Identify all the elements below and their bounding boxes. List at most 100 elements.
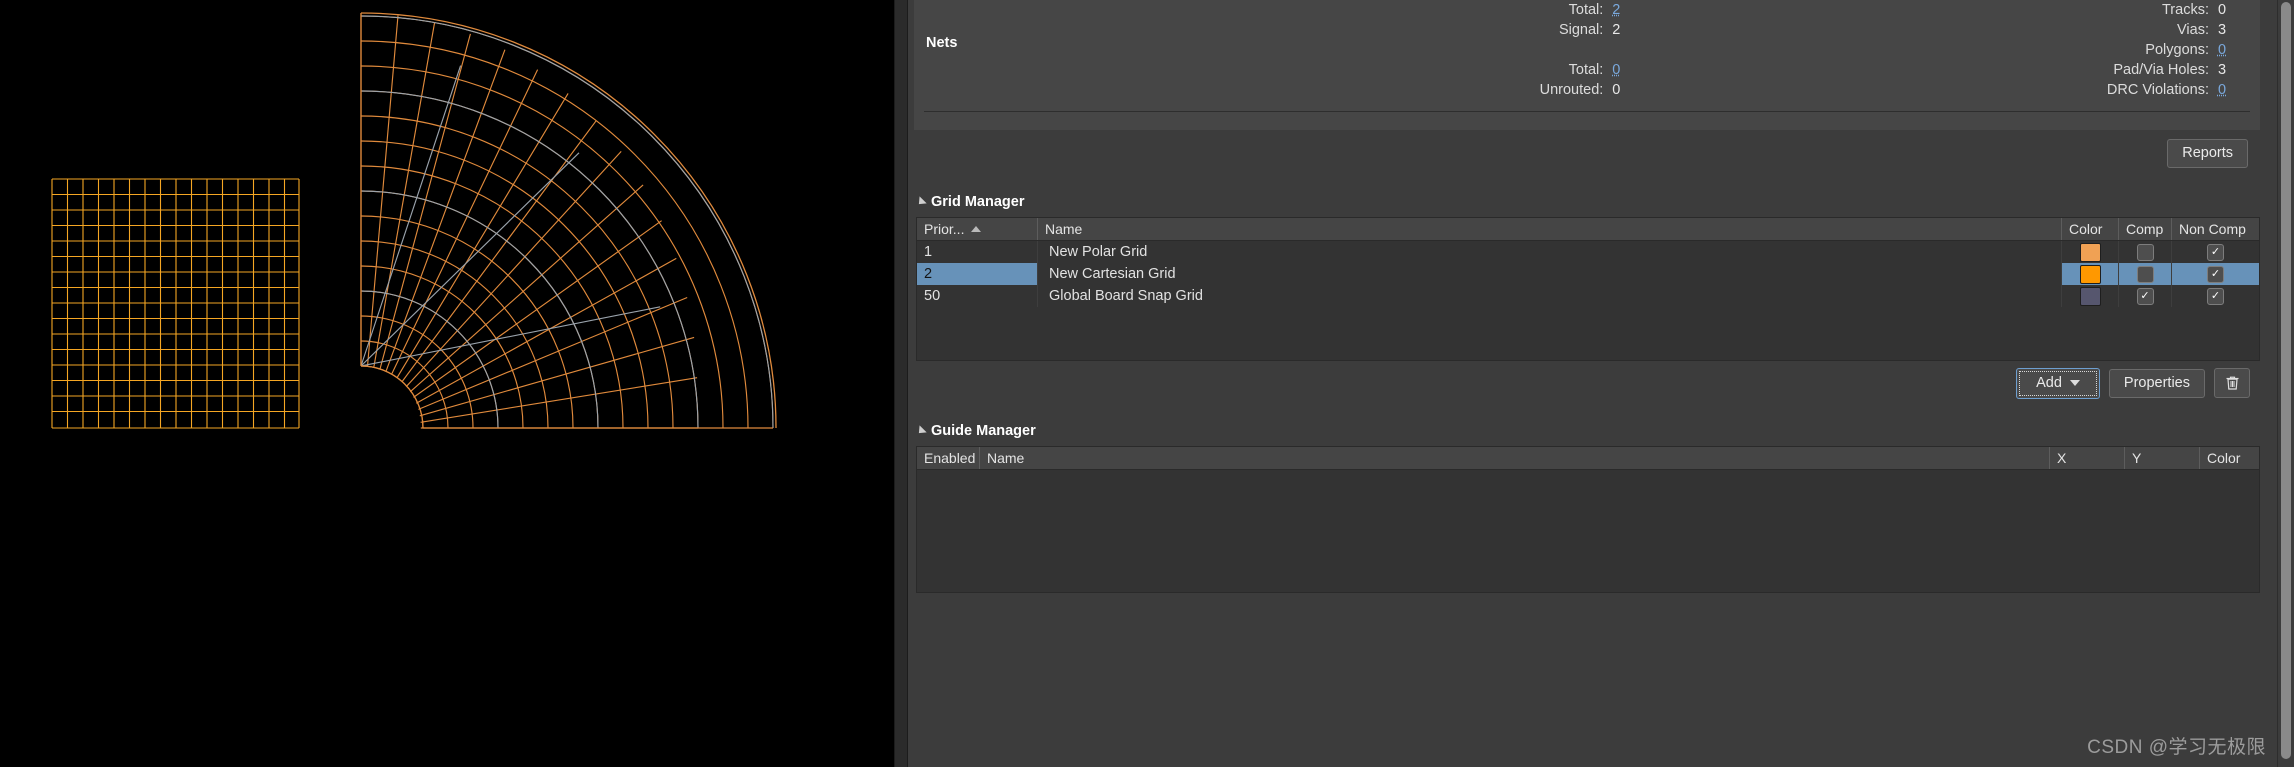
grid-column-header-priority[interactable]: Prior...	[917, 218, 1037, 240]
guide-manager-header[interactable]: Guide Manager	[908, 419, 2294, 443]
stat-value: 3	[2218, 20, 2260, 40]
color-swatch[interactable]	[2080, 287, 2101, 306]
stat-label: Total:	[914, 0, 1612, 20]
stat-value[interactable]: 0	[2218, 80, 2260, 100]
guide-manager-title: Guide Manager	[931, 423, 1036, 439]
guide-table-empty-area	[917, 470, 2259, 592]
stat-row: Vias: 3	[1654, 20, 2260, 40]
chevron-down-icon	[2070, 380, 2080, 386]
comp-checkbox[interactable]: ✓	[2137, 244, 2154, 261]
grid-table-empty-area	[917, 307, 2259, 360]
grid-manager-table: Prior... Name Color Comp Non Comp	[916, 217, 2260, 361]
grid-row-comp[interactable]: ✓	[2118, 241, 2171, 263]
stat-value: 0	[2218, 0, 2260, 20]
collapse-triangle-icon[interactable]	[915, 196, 926, 207]
guide-column-label: Color	[2207, 450, 2240, 466]
grid-column-label: Name	[1045, 221, 1082, 237]
guide-column-header-y[interactable]: Y	[2124, 447, 2199, 469]
stat-label: Vias:	[1654, 20, 2218, 40]
grid-row-noncomp[interactable]: ✓	[2171, 263, 2259, 285]
stat-row: DRC Violations: 0	[1654, 80, 2260, 100]
stats-right-column: Tracks: 0 Vias: 3 Polygons: 0 Pad/Via Ho…	[1654, 0, 2260, 100]
stat-row: Pad/Via Holes: 3	[1654, 60, 2260, 80]
grid-column-label: Color	[2069, 221, 2102, 237]
stat-value: 3	[2218, 60, 2260, 80]
color-swatch[interactable]	[2080, 265, 2101, 284]
grid-manager-title: Grid Manager	[931, 194, 1024, 210]
stat-value[interactable]: 2	[1612, 0, 1654, 20]
grid-row-priority: 50	[917, 285, 1037, 307]
color-swatch[interactable]	[2080, 243, 2101, 262]
stat-value[interactable]: 0	[2218, 40, 2260, 60]
grid-row-priority: 1	[917, 241, 1037, 263]
collapse-triangle-icon[interactable]	[915, 425, 926, 436]
table-row[interactable]: 50 Global Board Snap Grid ✓ ✓	[917, 285, 2259, 307]
sort-ascending-icon	[971, 226, 981, 232]
add-grid-label: Add	[2036, 375, 2062, 392]
stat-row: Tracks: 0	[1654, 0, 2260, 20]
scrollbar-thumb[interactable]	[2281, 2, 2291, 759]
stat-row: Total: 2	[914, 0, 1654, 20]
noncomp-checkbox[interactable]: ✓	[2207, 288, 2224, 305]
stat-label: Total:	[914, 60, 1612, 80]
table-row[interactable]: 2 New Cartesian Grid ✓ ✓	[917, 263, 2259, 285]
comp-checkbox[interactable]: ✓	[2137, 266, 2154, 283]
grid-row-name: New Cartesian Grid	[1037, 263, 2061, 285]
stat-row: Total: 0	[914, 60, 1654, 80]
guide-table-body	[917, 470, 2259, 592]
grid-row-color[interactable]	[2061, 285, 2118, 307]
grid-row-comp[interactable]: ✓	[2118, 263, 2171, 285]
grid-row-noncomp[interactable]: ✓	[2171, 285, 2259, 307]
guide-table-header-row: Enabled Name X Y Color	[917, 447, 2259, 470]
guide-column-label: X	[2057, 450, 2066, 466]
stat-row: Polygons: 0	[1654, 40, 2260, 60]
grid-properties-button[interactable]: Properties	[2109, 369, 2205, 398]
board-statistics-grid: Total: 2 Signal: 2 Total: 0	[914, 0, 2260, 100]
reports-button[interactable]: Reports	[2167, 139, 2248, 168]
grid-row-name: New Polar Grid	[1037, 241, 2061, 263]
stat-value[interactable]: 0	[1612, 60, 1654, 80]
grid-column-header-color[interactable]: Color	[2061, 218, 2118, 240]
grid-column-label: Non Comp	[2179, 221, 2246, 237]
grid-column-header-noncomp[interactable]: Non Comp	[2171, 218, 2259, 240]
panel-splitter[interactable]	[894, 0, 908, 767]
stats-left-column: Total: 2 Signal: 2 Total: 0	[914, 0, 1654, 100]
grid-row-color[interactable]	[2061, 263, 2118, 285]
stat-label: Pad/Via Holes:	[1654, 60, 2218, 80]
guide-column-header-name[interactable]: Name	[979, 447, 2049, 469]
delete-grid-button[interactable]	[2214, 368, 2250, 398]
board-statistics-box: Nets Total: 2 Signal: 2	[914, 0, 2260, 130]
grid-row-color[interactable]	[2061, 241, 2118, 263]
stat-value: 2	[1612, 20, 1654, 40]
grid-row-priority: 2	[917, 263, 1037, 285]
guide-column-header-enabled[interactable]: Enabled	[917, 447, 979, 469]
stat-label: DRC Violations:	[1654, 80, 2218, 100]
grid-manager-header[interactable]: Grid Manager	[908, 190, 2294, 214]
grid-column-header-name[interactable]: Name	[1037, 218, 2061, 240]
grid-column-label: Comp	[2126, 221, 2163, 237]
comp-checkbox[interactable]: ✓	[2137, 288, 2154, 305]
table-row[interactable]: 1 New Polar Grid ✓ ✓	[917, 241, 2259, 263]
guide-column-header-color[interactable]: Color	[2199, 447, 2259, 469]
stat-label: Polygons:	[1654, 40, 2218, 60]
stat-label: Unrouted:	[914, 80, 1612, 100]
guide-column-label: Name	[987, 450, 1024, 466]
stat-row: Unrouted: 0	[914, 80, 1654, 100]
stat-row-spacer	[914, 40, 1654, 60]
guide-column-header-x[interactable]: X	[2049, 447, 2124, 469]
panel-scrollbar[interactable]	[2277, 0, 2294, 767]
grid-row-noncomp[interactable]: ✓	[2171, 241, 2259, 263]
grid-column-header-comp[interactable]: Comp	[2118, 218, 2171, 240]
pcb-canvas-drawing	[0, 0, 894, 767]
pcb-canvas[interactable]	[0, 0, 894, 767]
noncomp-checkbox[interactable]: ✓	[2207, 244, 2224, 261]
noncomp-checkbox[interactable]: ✓	[2207, 266, 2224, 283]
grid-row-comp[interactable]: ✓	[2118, 285, 2171, 307]
properties-panel: Nets Total: 2 Signal: 2	[908, 0, 2294, 767]
stat-label: Signal:	[914, 20, 1612, 40]
add-grid-button[interactable]: Add	[2016, 368, 2100, 399]
grid-column-label: Prior...	[924, 221, 964, 237]
altium-pcb-window: Nets Total: 2 Signal: 2	[0, 0, 2294, 767]
grid-table-body: 1 New Polar Grid ✓ ✓ 2 New Cartesian Gri…	[917, 241, 2259, 360]
guide-column-label: Y	[2132, 450, 2141, 466]
